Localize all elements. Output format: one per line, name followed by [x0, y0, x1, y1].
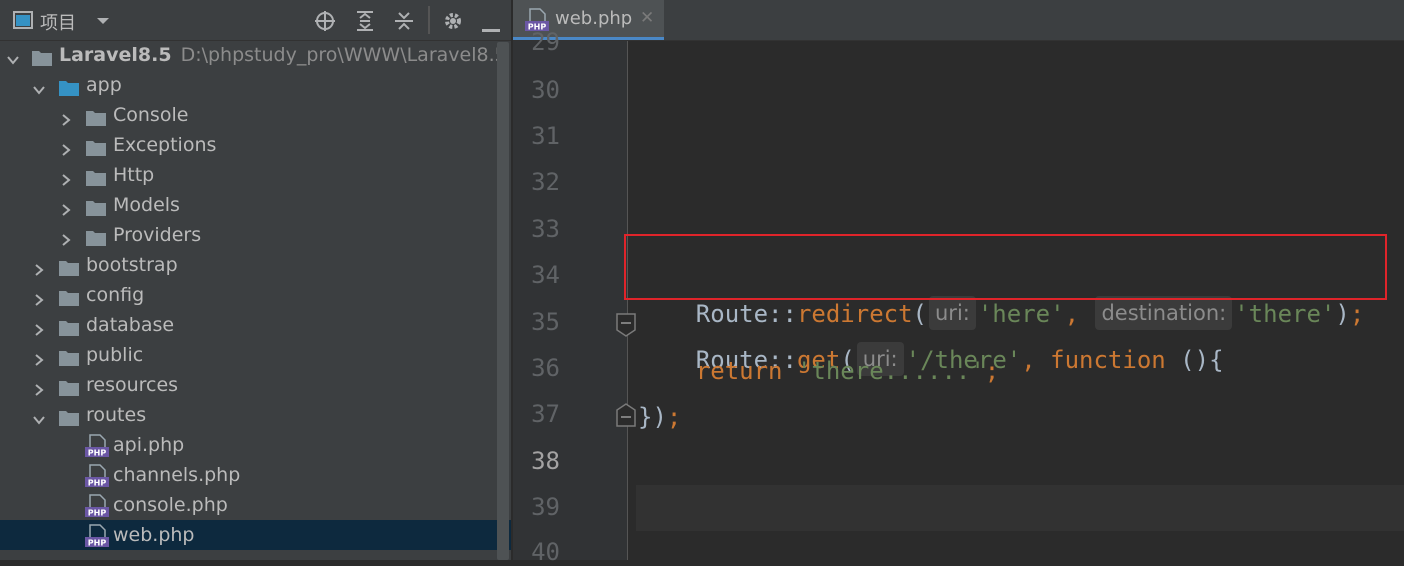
- toolbar-separator: [428, 6, 430, 38]
- collapse-all-icon[interactable]: [393, 10, 415, 36]
- annotation-highlight-box: [624, 234, 1387, 300]
- tree-row-resources[interactable]: resources: [0, 370, 511, 400]
- tree-row-public[interactable]: public: [0, 340, 511, 370]
- tree-row-routes[interactable]: routes: [0, 400, 511, 430]
- chevron-right-icon[interactable]: [58, 107, 74, 126]
- chevron-down-icon[interactable]: [96, 13, 110, 32]
- tree-item-label: Providers: [113, 224, 202, 246]
- svg-text:PHP: PHP: [88, 479, 107, 488]
- svg-text:PHP: PHP: [88, 449, 107, 458]
- tree-row-http[interactable]: Http: [0, 160, 511, 190]
- folder-icon: [58, 556, 80, 560]
- chevron-down-icon[interactable]: [5, 47, 21, 65]
- tree-row-partial: [0, 550, 511, 560]
- locate-icon[interactable]: [314, 10, 336, 36]
- expand-all-icon[interactable]: [354, 10, 376, 36]
- line-number: 29: [531, 28, 560, 56]
- tab-label: web.php: [555, 8, 633, 29]
- root-folder-path: D:\phpstudy_pro\WWW\Laravel8.5: [180, 44, 507, 66]
- tree-row-exceptions[interactable]: Exceptions: [0, 130, 511, 160]
- tree-item-label: Exceptions: [113, 134, 217, 156]
- line-number-gutter: [513, 41, 628, 560]
- line-number: 36: [531, 354, 560, 382]
- line-number: 31: [531, 122, 560, 150]
- svg-text:PHP: PHP: [88, 539, 107, 548]
- tree-row-models[interactable]: Models: [0, 190, 511, 220]
- line-number-current: 38: [531, 447, 560, 475]
- tree-item-label: config: [86, 284, 145, 306]
- code-line-35[interactable]: Route::get(uri: '/there', function (){: [638, 306, 1224, 376]
- line-number: 30: [531, 76, 560, 104]
- tree-row-web-php[interactable]: PHP web.php: [0, 520, 511, 550]
- tree-row-root[interactable]: Laravel8.5 D:\phpstudy_pro\WWW\Laravel8.5: [0, 40, 511, 70]
- line-number: 40: [531, 538, 560, 566]
- tree-row-database[interactable]: database: [0, 310, 511, 340]
- tree-row-console-php[interactable]: PHP console.php: [0, 490, 511, 520]
- project-scrollbar[interactable]: [497, 42, 509, 560]
- fold-start-icon[interactable]: [615, 312, 637, 342]
- minimize-icon[interactable]: [482, 18, 500, 37]
- code-editor[interactable]: Route::redirect(uri:'here', destination:…: [628, 41, 1404, 560]
- project-panel: 项目 Laravel8.5 D:\phpstudy_pro\WWW\Laravel…: [0, 0, 511, 560]
- tree-item-label: app: [86, 74, 122, 96]
- chevron-right-icon[interactable]: [31, 377, 47, 396]
- code-line-37[interactable]: });: [638, 399, 681, 435]
- editor-tab-bar: PHP web.php ✕: [513, 0, 1404, 41]
- chevron-right-icon[interactable]: [58, 227, 74, 246]
- tree-item-label: Console: [113, 104, 189, 126]
- tree-row-config[interactable]: config: [0, 280, 511, 310]
- tree-item-label: public: [86, 344, 144, 366]
- line-number: 39: [531, 493, 560, 521]
- line-number: 35: [531, 308, 560, 336]
- chevron-right-icon[interactable]: [58, 167, 74, 186]
- close-icon[interactable]: ✕: [640, 8, 654, 28]
- tree-item-label: api.php: [113, 434, 185, 456]
- tree-row-console[interactable]: Console: [0, 100, 511, 130]
- gear-icon[interactable]: [442, 10, 464, 36]
- current-line-highlight: [636, 485, 1404, 531]
- chevron-down-icon[interactable]: [31, 77, 47, 95]
- chevron-right-icon[interactable]: [31, 347, 47, 366]
- chevron-right-icon[interactable]: [31, 287, 47, 306]
- project-panel-header: 项目: [0, 0, 511, 41]
- tree-item-label: channels.php: [113, 464, 241, 486]
- line-number: 32: [531, 168, 560, 196]
- chevron-right-icon[interactable]: [58, 137, 74, 156]
- chevron-right-icon[interactable]: [31, 257, 47, 276]
- fold-end-icon[interactable]: [615, 402, 637, 432]
- svg-text:PHP: PHP: [88, 509, 107, 518]
- root-folder-name: Laravel8.5 D:\phpstudy_pro\WWW\Laravel8.5: [59, 44, 507, 66]
- tree-item-label: routes: [86, 404, 147, 426]
- chevron-right-icon[interactable]: [58, 197, 74, 216]
- code-line-36[interactable]: return 'there......';: [638, 353, 999, 389]
- line-number: 33: [531, 215, 560, 243]
- project-panel-title[interactable]: 项目: [40, 9, 76, 35]
- project-window-icon[interactable]: [13, 10, 33, 34]
- tree-row-api-php[interactable]: PHP api.php: [0, 430, 511, 460]
- tree-row-bootstrap[interactable]: bootstrap: [0, 250, 511, 280]
- chevron-right-icon[interactable]: [31, 317, 47, 336]
- tree-item-label: web.php: [113, 524, 195, 546]
- line-number: 34: [531, 261, 560, 289]
- tree-item-label: Http: [113, 164, 155, 186]
- tree-item-label: resources: [86, 374, 179, 396]
- tree-row-app[interactable]: app: [0, 70, 511, 100]
- tree-item-label: database: [86, 314, 175, 336]
- tree-row-providers[interactable]: Providers: [0, 220, 511, 250]
- tree-row-channels-php[interactable]: PHP channels.php: [0, 460, 511, 490]
- line-number: 37: [531, 400, 560, 428]
- tree-item-label: Models: [113, 194, 180, 216]
- tree-item-label: bootstrap: [86, 254, 178, 276]
- chevron-down-icon[interactable]: [31, 407, 47, 425]
- tree-item-label: console.php: [113, 494, 228, 516]
